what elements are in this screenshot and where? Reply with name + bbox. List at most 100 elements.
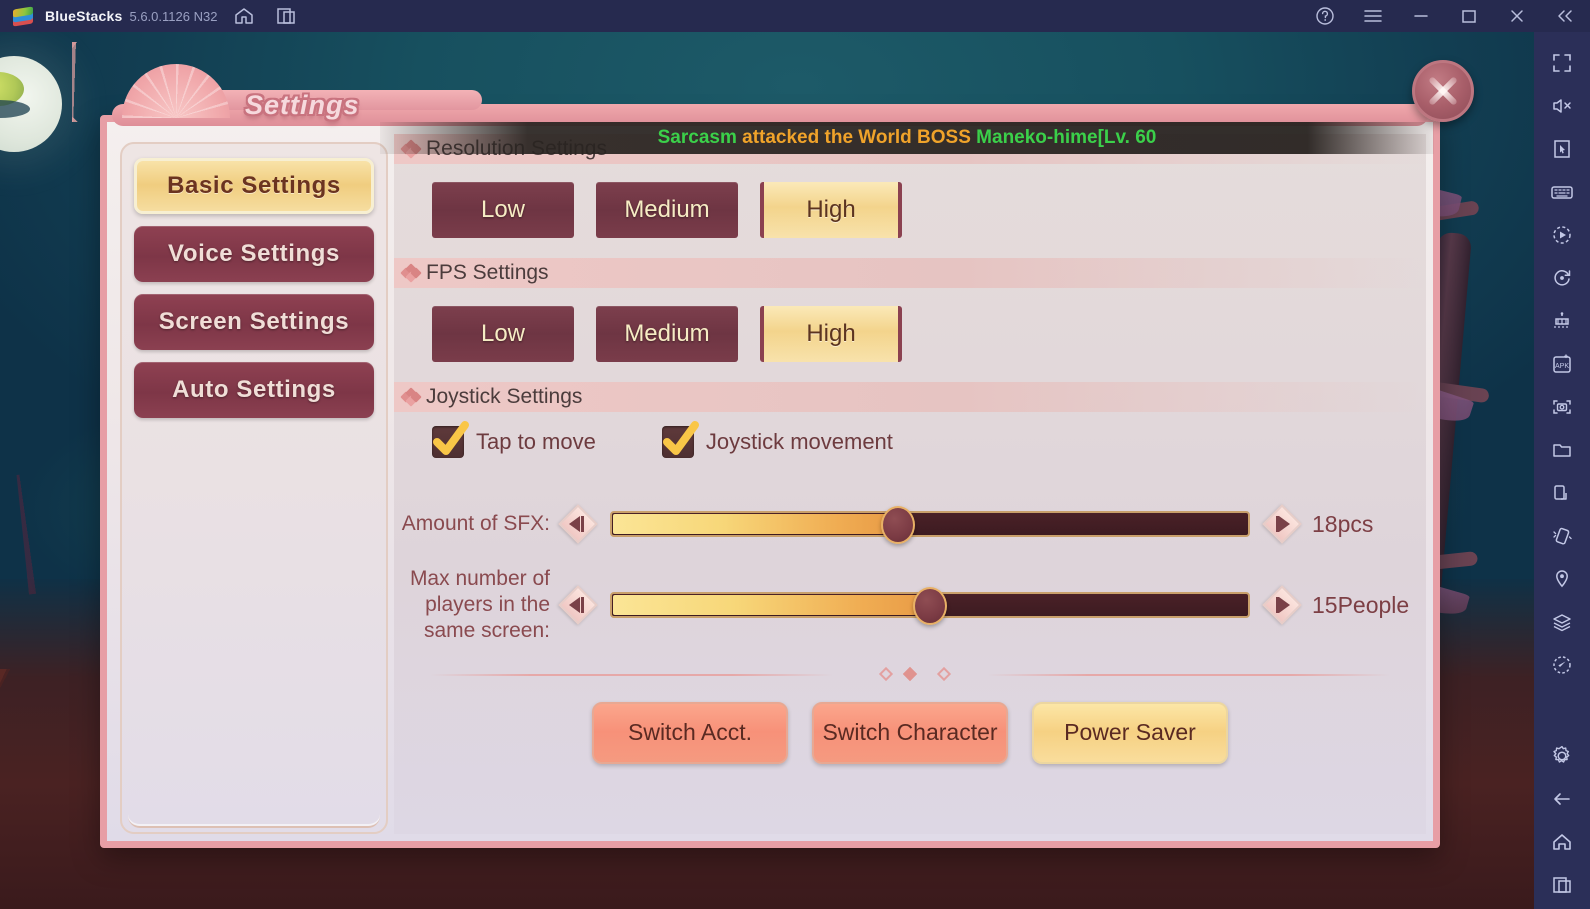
copy-to-phone-icon[interactable]	[1543, 474, 1581, 512]
option-label: High	[806, 196, 856, 223]
section-title: FPS Settings	[426, 261, 549, 284]
settings-content: Resolution Settings Low Medium High FPS …	[394, 134, 1426, 834]
menu-item-voice-settings[interactable]: Voice Settings	[134, 226, 374, 282]
multi-instance-manager-icon[interactable]	[1543, 302, 1581, 340]
menu-item-screen-settings[interactable]: Screen Settings	[134, 294, 374, 350]
slider-label: Amount of SFX:	[401, 511, 550, 535]
rotate-icon[interactable]	[1543, 259, 1581, 297]
minimize-icon[interactable]	[1406, 1, 1436, 31]
section-title: Joystick Settings	[426, 385, 583, 408]
layers-icon[interactable]	[1543, 603, 1581, 641]
screenshot-icon[interactable]	[1543, 388, 1581, 426]
page-title: Settings	[245, 90, 360, 120]
home-icon[interactable]	[1543, 823, 1581, 861]
menu-item-label: Basic Settings	[167, 172, 341, 199]
power-saver-button[interactable]: Power Saver	[1032, 702, 1228, 765]
option-label: Low	[480, 196, 526, 223]
checkbox-joystick-movement[interactable]: Joystick movement	[661, 421, 893, 458]
slider-value: 15People	[1312, 591, 1410, 618]
back-icon[interactable]	[1543, 780, 1581, 818]
recents-icon[interactable]	[1543, 866, 1581, 904]
bluestacks-tool-rail: APK	[1534, 32, 1590, 909]
checkmark-icon	[433, 421, 469, 455]
fps-option-low[interactable]: Low	[432, 306, 574, 362]
option-label: Low	[480, 320, 526, 347]
option-label: Medium	[624, 320, 710, 347]
checkbox-label: Joystick movement	[705, 429, 893, 454]
resolution-options: Low Medium High	[394, 164, 1426, 238]
fullscreen-icon[interactable]	[1543, 44, 1581, 82]
section-header-joystick: Joystick Settings	[394, 382, 1426, 412]
broadcast-banner: Sarcasm attacked the World BOSS Maneko-h…	[380, 122, 1434, 154]
keyboard-icon[interactable]	[1543, 173, 1581, 211]
resolution-option-medium[interactable]: Medium	[596, 182, 738, 238]
fps-option-high[interactable]: High	[760, 306, 902, 362]
install-apk-icon[interactable]: APK	[1543, 345, 1581, 383]
button-label: Switch Character	[822, 719, 998, 746]
menu-item-label: Screen Settings	[158, 308, 350, 335]
diamond-icon	[400, 263, 422, 283]
slider-value: 18pcs	[1312, 510, 1374, 537]
slider-row-sfx: Amount of SFX: 18pcs	[394, 504, 1426, 544]
resolution-option-high[interactable]: High	[760, 182, 902, 238]
diamond-icon	[400, 387, 422, 407]
switch-account-button[interactable]: Switch Acct.	[592, 702, 788, 765]
screen-root: BlueStacks 5.6.0.1126 N32 APK Settings S…	[0, 0, 1590, 909]
switch-character-button[interactable]: Switch Character	[812, 702, 1008, 765]
slider-fill	[613, 595, 931, 616]
shake-icon[interactable]	[1543, 517, 1581, 555]
checkbox-label: Tap to move	[476, 429, 596, 454]
compass-icon[interactable]	[1543, 646, 1581, 684]
option-label: High	[806, 320, 856, 347]
collapse-icon[interactable]	[1550, 1, 1580, 31]
help-icon[interactable]	[1310, 1, 1340, 31]
slider-fill	[613, 514, 900, 534]
slider-knob[interactable]	[913, 587, 947, 626]
moon-decoration	[0, 56, 62, 152]
slider-track[interactable]	[610, 506, 1250, 544]
action-buttons: Switch Acct. Switch Character Power Save…	[394, 684, 1426, 765]
slider-decrease-button[interactable]	[558, 585, 598, 625]
gear-icon[interactable]	[1543, 737, 1581, 775]
button-label: Power Saver	[1064, 719, 1196, 746]
menu-item-auto-settings[interactable]: Auto Settings	[134, 362, 374, 418]
joystick-checkboxes: Tap to move Joystick movement	[394, 412, 1426, 458]
slider-knob[interactable]	[881, 506, 916, 544]
dialog-body: Basic Settings Voice Settings Screen Set…	[100, 130, 1440, 848]
slider-decrease-button[interactable]	[558, 504, 598, 544]
settings-dialog: Settings Sarcasm attacked the World BOSS…	[72, 42, 1474, 848]
settings-menu-panel: Basic Settings Voice Settings Screen Set…	[120, 142, 388, 834]
checkmark-icon	[662, 421, 699, 455]
svg-text:APK: APK	[1555, 363, 1569, 370]
home-icon[interactable]	[229, 1, 259, 31]
dialog-close-button[interactable]	[1412, 60, 1474, 122]
banner-segment-action: attacked the World BOSS	[736, 127, 977, 148]
fan-decoration-icon	[122, 64, 230, 118]
slider-increase-button[interactable]	[1262, 504, 1302, 544]
checkbox-box	[432, 421, 469, 458]
resolution-option-low[interactable]: Low	[432, 182, 574, 238]
slider-track[interactable]	[610, 587, 1250, 626]
checkbox-tap-to-move[interactable]: Tap to move	[432, 421, 596, 458]
media-folder-icon[interactable]	[1543, 431, 1581, 469]
multi-instance-icon[interactable]	[271, 1, 301, 31]
macro-record-icon[interactable]	[1543, 216, 1581, 254]
mute-icon[interactable]	[1543, 87, 1581, 125]
menu-item-label: Auto Settings	[172, 376, 336, 403]
close-icon	[1426, 74, 1460, 108]
menu-item-basic-settings[interactable]: Basic Settings	[134, 158, 374, 214]
fps-options: Low Medium High	[394, 288, 1426, 362]
slider-increase-button[interactable]	[1262, 585, 1302, 625]
fps-option-medium[interactable]: Medium	[596, 306, 738, 362]
location-icon[interactable]	[1543, 560, 1581, 598]
close-icon[interactable]	[1502, 1, 1532, 31]
cursor-icon[interactable]	[1543, 130, 1581, 168]
broadcast-banner-text: Sarcasm attacked the World BOSS Maneko-h…	[658, 127, 1157, 149]
menu-icon[interactable]	[1358, 1, 1388, 31]
banner-segment-player: Sarcasm	[657, 127, 737, 148]
banner-segment-boss: Maneko-hime[Lv. 60	[976, 127, 1157, 148]
sliders-area: Amount of SFX: 18pcs Max number of playe…	[394, 458, 1426, 644]
bluestacks-titlebar: BlueStacks 5.6.0.1126 N32	[0, 0, 1590, 32]
button-label: Switch Acct.	[628, 719, 752, 746]
maximize-icon[interactable]	[1454, 1, 1484, 31]
